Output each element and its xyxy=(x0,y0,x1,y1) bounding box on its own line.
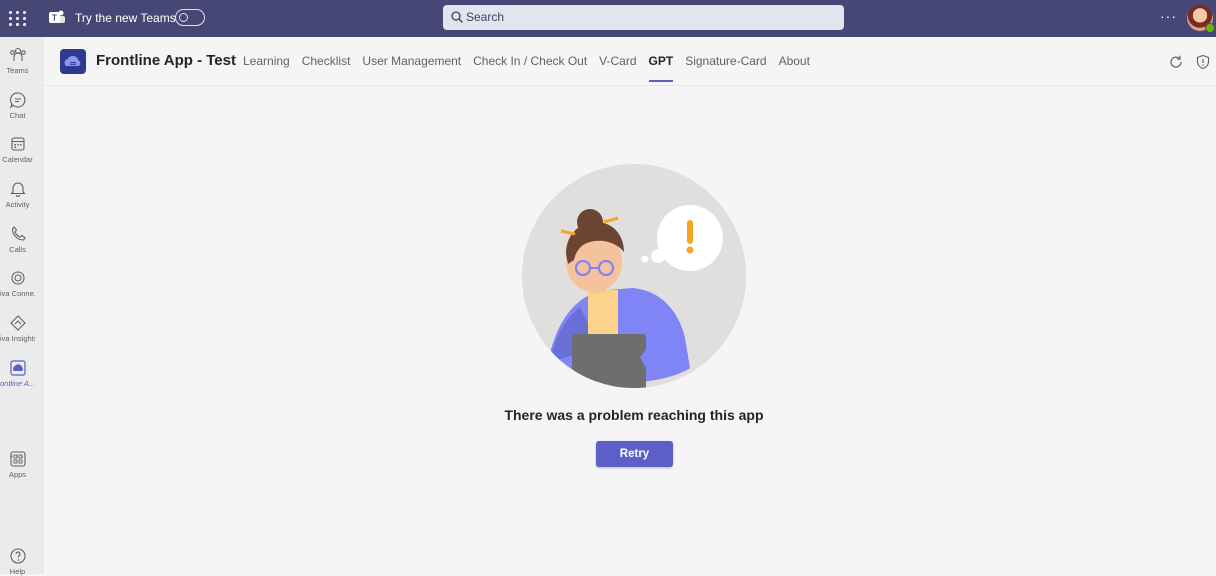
rail-label: Help xyxy=(9,567,26,576)
tab-learning[interactable]: Learning xyxy=(243,54,290,68)
frontline-app-icon xyxy=(9,360,26,376)
error-illustration xyxy=(522,164,746,388)
help-icon xyxy=(9,548,26,564)
viva-connections-icon xyxy=(10,271,25,285)
rail-label: ontline A... xyxy=(0,379,35,388)
search-input[interactable] xyxy=(466,8,826,26)
rail-item-calendar[interactable]: Calendar xyxy=(0,135,35,164)
app-tabs: Learning Checklist User Management Check… xyxy=(243,54,822,82)
search-box[interactable] xyxy=(443,5,844,30)
search-icon xyxy=(451,11,463,23)
try-new-teams-label: Try the new Teams xyxy=(75,11,176,25)
tab-checklist[interactable]: Checklist xyxy=(302,54,351,68)
retry-button[interactable]: Retry xyxy=(596,441,673,467)
rail-item-help[interactable]: Help xyxy=(0,547,35,576)
rail-item-frontline-app[interactable]: ontline A... xyxy=(0,359,35,388)
error-message: There was a problem reaching this app xyxy=(504,407,764,423)
rail-item-apps[interactable]: Apps xyxy=(0,450,35,479)
rail-label: Apps xyxy=(8,470,27,479)
calendar-icon xyxy=(10,137,25,151)
rail-label: Teams xyxy=(6,66,29,75)
rail-item-chat[interactable]: Chat xyxy=(0,91,35,120)
rail-item-viva-connections[interactable]: iva Conne... xyxy=(0,269,35,298)
app-title: Frontline App - Test xyxy=(96,52,236,69)
rail-label: Chat xyxy=(9,111,26,120)
rail-item-calls[interactable]: Calls xyxy=(0,225,35,254)
rail-item-teams[interactable]: Teams xyxy=(0,46,35,75)
tab-signature-card[interactable]: Signature-Card xyxy=(685,54,766,68)
rail-label: iva Insights xyxy=(0,334,35,343)
more-options-icon[interactable]: ··· xyxy=(1160,8,1177,24)
rail-label: Activity xyxy=(5,200,30,209)
presence-status-icon xyxy=(1205,23,1215,33)
reload-icon[interactable] xyxy=(1168,54,1184,70)
app-header: Frontline App - Test Learning Checklist … xyxy=(44,37,1216,86)
frontline-app-logo-icon xyxy=(60,49,86,74)
shield-icon[interactable] xyxy=(1195,54,1211,70)
top-bar: T Try the new Teams ··· xyxy=(0,0,1216,37)
rail-item-activity[interactable]: Activity xyxy=(0,180,35,209)
teams-icon xyxy=(9,47,26,61)
tab-check-in-check-out[interactable]: Check In / Check Out xyxy=(473,54,587,68)
tab-user-management[interactable]: User Management xyxy=(362,54,461,68)
teams-logo-icon: T xyxy=(49,10,65,23)
chat-icon xyxy=(9,92,25,109)
bell-icon xyxy=(9,182,26,197)
viva-insights-icon xyxy=(9,315,26,331)
rail-label: Calendar xyxy=(2,155,33,164)
rail-label: Calls xyxy=(9,245,26,254)
tab-about[interactable]: About xyxy=(779,54,810,68)
apps-icon xyxy=(9,451,26,467)
svg-text:T: T xyxy=(52,14,57,23)
tab-gpt[interactable]: GPT xyxy=(648,54,673,82)
rail-item-viva-insights[interactable]: iva Insights xyxy=(0,314,35,343)
tab-v-card[interactable]: V-Card xyxy=(599,54,636,68)
app-launcher-icon[interactable] xyxy=(8,8,28,28)
new-teams-toggle[interactable] xyxy=(175,9,205,26)
left-rail: Teams Chat Calendar Activity Calls iva C… xyxy=(0,37,44,576)
phone-icon xyxy=(11,226,26,241)
rail-label: iva Conne... xyxy=(0,289,35,298)
